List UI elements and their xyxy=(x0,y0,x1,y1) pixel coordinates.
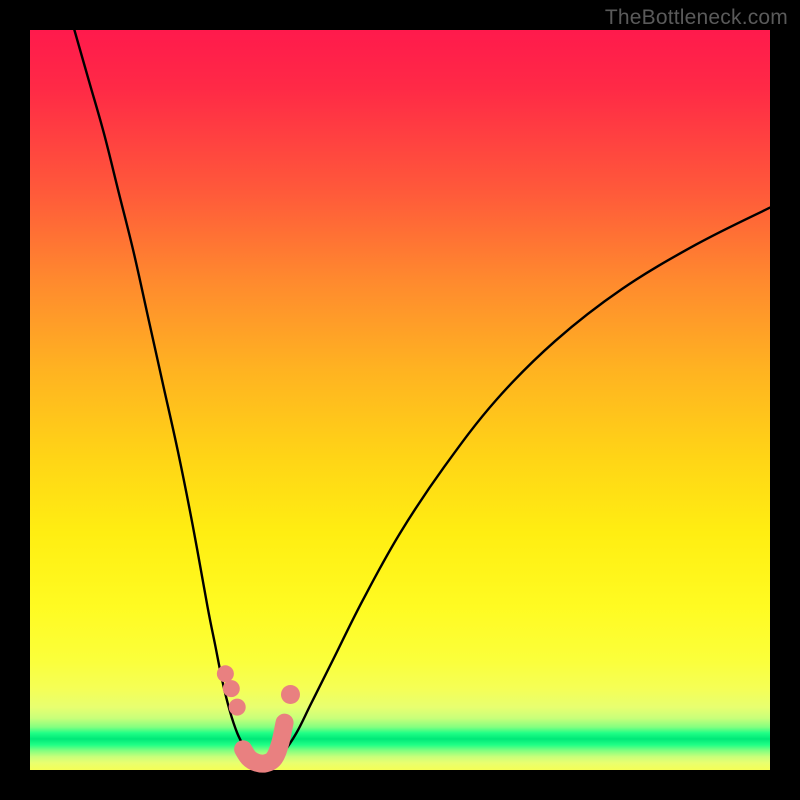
left-curve xyxy=(74,30,252,763)
plot-area xyxy=(30,30,770,770)
marker-dot xyxy=(217,665,234,682)
chart-frame: TheBottleneck.com xyxy=(0,0,800,800)
marker-dots xyxy=(217,665,300,715)
curve-layer xyxy=(30,30,770,770)
marker-worm xyxy=(243,723,284,764)
marker-dot xyxy=(223,680,240,697)
marker-dot xyxy=(229,699,246,716)
right-curve xyxy=(274,208,770,763)
marker-dot xyxy=(281,685,300,704)
watermark-text: TheBottleneck.com xyxy=(605,6,788,30)
